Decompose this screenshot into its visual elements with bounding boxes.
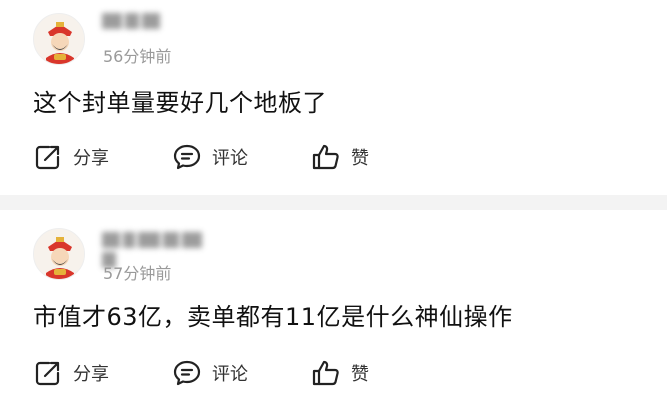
action-bar: 分享 评论 赞 [0, 137, 667, 177]
like-button[interactable]: 赞 [311, 141, 369, 173]
comment-button[interactable]: 评论 [172, 357, 248, 389]
comment-label: 评论 [212, 364, 248, 385]
username-blurred[interactable] [102, 232, 220, 268]
action-bar: 分享 评论 赞 [0, 353, 667, 393]
share-button[interactable]: 分享 [33, 357, 109, 389]
avatar[interactable] [33, 13, 85, 65]
comment-text: 这个封单量要好几个地板了 [33, 89, 327, 117]
share-label: 分享 [73, 364, 109, 385]
share-label: 分享 [73, 148, 109, 169]
comment-text: 市值才63亿，卖单都有11亿是什么神仙操作 [33, 303, 513, 331]
comment-button[interactable]: 评论 [172, 141, 248, 173]
avatar-icon [34, 14, 84, 64]
comment-label: 评论 [212, 148, 248, 169]
post-time: 57分钟前 [103, 264, 172, 283]
comment-icon [173, 360, 201, 386]
comment-icon [173, 144, 201, 170]
like-label: 赞 [351, 364, 369, 385]
like-label: 赞 [351, 148, 369, 169]
share-icon [35, 361, 60, 386]
like-icon [312, 144, 339, 170]
like-icon [312, 360, 339, 386]
comment-feed: 56分钟前 这个封单量要好几个地板了 分享 评论 赞 57分钟前 市值才63亿，… [0, 0, 667, 405]
comment-card: 56分钟前 这个封单量要好几个地板了 分享 评论 赞 [0, 0, 667, 195]
like-button[interactable]: 赞 [311, 357, 369, 389]
post-time: 56分钟前 [103, 47, 172, 66]
username-blurred[interactable] [102, 13, 172, 33]
comment-card: 57分钟前 市值才63亿，卖单都有11亿是什么神仙操作 分享 评论 赞 [0, 210, 667, 405]
avatar-icon [34, 229, 84, 279]
share-icon [35, 145, 60, 170]
avatar[interactable] [33, 228, 85, 280]
share-button[interactable]: 分享 [33, 141, 109, 173]
